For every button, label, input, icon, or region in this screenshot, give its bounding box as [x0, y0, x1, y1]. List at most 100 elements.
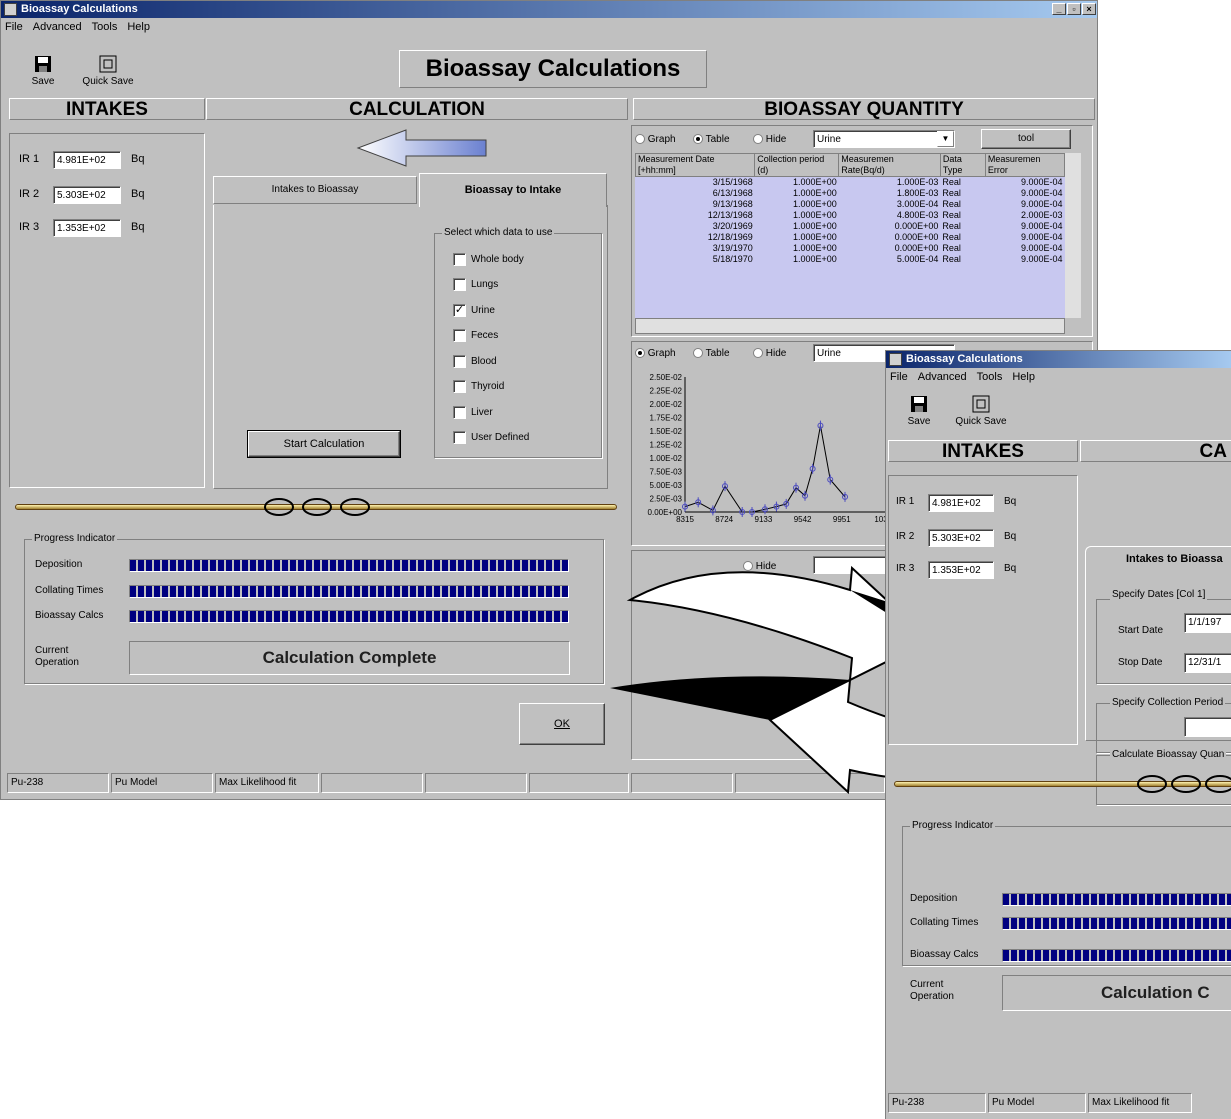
panel2-radio-graph[interactable]: Graph	[635, 348, 676, 359]
intake-field-1[interactable]: 4.981E+02	[53, 151, 121, 169]
second-intake-field-3[interactable]: 1.353E+02	[928, 561, 994, 579]
checkbox-7[interactable]	[453, 431, 466, 444]
checkbox-3[interactable]	[453, 329, 466, 342]
start-date-label: Start Date	[1118, 625, 1164, 636]
panel2-radio-table[interactable]: Table	[693, 348, 730, 359]
second-intake-label-1: IR 1	[896, 496, 915, 507]
table-cell: 3/19/1970	[712, 243, 753, 253]
app-heading-box: Bioassay Calculations	[399, 50, 707, 88]
y-tick-label: 2.50E-02	[650, 373, 683, 382]
close-button[interactable]: ×	[1082, 3, 1096, 15]
checkbox-4[interactable]	[453, 355, 466, 368]
chart-fit-line	[684, 425, 846, 513]
panel1-radio-table[interactable]: Table	[693, 134, 730, 145]
splitter-handle-icon[interactable]	[263, 497, 371, 517]
second-menu-help[interactable]: Help	[1012, 369, 1035, 385]
checkbox-1[interactable]	[453, 278, 466, 291]
table-header-cell[interactable]: Measurement Date [+hh:mm]	[635, 153, 756, 177]
second-splitter-handle-icon[interactable]	[1136, 774, 1231, 794]
collection-period-field[interactable]	[1184, 717, 1231, 737]
table-cell: 0.000E+00	[894, 243, 939, 253]
intake-label-1: IR 1	[19, 153, 40, 165]
table-header-cell[interactable]: Collection period (d)	[754, 153, 840, 177]
panel1-radio-graph[interactable]: Graph	[635, 134, 676, 145]
ok-button[interactable]: OK	[519, 703, 605, 745]
menu-advanced[interactable]: Advanced	[33, 19, 82, 35]
second-menu-tools[interactable]: Tools	[977, 369, 1003, 385]
y-tick-label: 2.50E-03	[650, 495, 683, 504]
menu-file[interactable]: File	[5, 19, 23, 35]
intake-unit-3: Bq	[131, 221, 145, 233]
checkbox-5[interactable]	[453, 380, 466, 393]
checkbox-6[interactable]	[453, 406, 466, 419]
table-row[interactable]: 9/13/1968 1.000E+00 3.000E-04 Real 9.000E-04	[636, 199, 1065, 210]
maximize-button[interactable]: ▫	[1067, 3, 1081, 15]
intake-field-3[interactable]: 1.353E+02	[53, 219, 121, 237]
intake-unit-1: Bq	[131, 153, 145, 165]
start-date-field[interactable]: 1/1/197	[1184, 613, 1231, 633]
tab-bioassay-to-intake[interactable]: Bioassay to Intake	[419, 173, 607, 207]
table-cell: 0.000E+00	[894, 221, 939, 231]
second-tab-intakes-to-bioassay[interactable]: Intakes to Bioassa	[1126, 553, 1223, 565]
panel1-dropdown-arrow-icon[interactable]: ▼	[937, 131, 954, 147]
table-cell: 5.000E-04	[896, 254, 939, 264]
calculation-header: CALCULATION	[206, 98, 628, 120]
table-cell: 4.800E-03	[896, 210, 939, 220]
panel1-radio-hide[interactable]: Hide	[753, 134, 786, 145]
start-calculation-button[interactable]: Start Calculation	[247, 430, 401, 458]
minimize-button[interactable]: _	[1052, 3, 1066, 15]
table-cell: 9.000E-04	[1020, 188, 1063, 198]
stop-date-label: Stop Date	[1118, 657, 1163, 668]
panel1-tool-button[interactable]: tool	[981, 129, 1071, 149]
progress-label-collating: Collating Times	[35, 585, 104, 596]
second-menu-file[interactable]: File	[890, 369, 908, 385]
table-row[interactable]: 12/13/1968 1.000E+00 4.800E-03 Real 2.000E-0…	[636, 210, 1065, 221]
table-row[interactable]: 3/15/1968 1.000E+00 1.000E-03 Real 9.000E-04	[636, 177, 1065, 189]
table-cell: 3/15/1968	[712, 177, 753, 187]
table-row[interactable]: 3/19/1970 1.000E+00 0.000E+00 Real 9.000E-04	[636, 243, 1065, 254]
status-empty-4	[321, 773, 423, 793]
table-row[interactable]: 12/18/1969 1.000E+00 0.000E+00 Real 9.000E-0…	[636, 232, 1065, 243]
table-row[interactable]: 6/13/1968 1.000E+00 1.800E-03 Real 9.000E-04	[636, 188, 1065, 199]
stop-date-field[interactable]: 12/31/1	[1184, 653, 1231, 673]
menu-tools[interactable]: Tools	[92, 19, 118, 35]
table-cell: 1.000E+00	[792, 254, 837, 264]
second-intake-field-1[interactable]: 4.981E+02	[928, 494, 994, 512]
table-vscroll[interactable]	[1065, 153, 1081, 318]
table-header-cell[interactable]: Measuremen Rate(Bq/d)	[838, 153, 941, 177]
table-cell: 5/18/1970	[712, 254, 753, 264]
second-titlebar[interactable]: Bioassay Calculations	[886, 351, 1231, 368]
panel2-radio-hide[interactable]: Hide	[753, 348, 786, 359]
main-titlebar[interactable]: Bioassay Calculations _ ▫ ×	[1, 1, 1097, 18]
intake-field-2[interactable]: 5.303E+02	[53, 186, 121, 204]
checkbox-label-2: Urine	[471, 305, 495, 316]
second-quick-save-button[interactable]: Quick Save	[948, 395, 1014, 427]
quick-save-button[interactable]: Quick Save	[73, 55, 143, 95]
checkbox-label-4: Blood	[471, 356, 497, 367]
table-cell: 9.000E-04	[1020, 221, 1063, 231]
checkbox-0[interactable]	[453, 253, 466, 266]
second-menu-advanced[interactable]: Advanced	[918, 369, 967, 385]
checkbox-2[interactable]: ✓	[453, 304, 466, 317]
table-hscroll[interactable]	[635, 318, 1065, 334]
panel1-source-select[interactable]: Urine	[813, 130, 955, 148]
table-row[interactable]: 5/18/1970 1.000E+00 5.000E-04 Real 9.000E-04	[636, 254, 1065, 265]
table-header-cell[interactable]: Data Type	[939, 153, 986, 177]
second-intake-label-2: IR 2	[896, 531, 915, 542]
intake-unit-2: Bq	[131, 188, 145, 200]
y-tick-label: 1.75E-02	[650, 414, 683, 423]
second-intake-field-2[interactable]: 5.303E+02	[928, 529, 994, 547]
second-status-model: Pu Model	[988, 1093, 1086, 1113]
status-element: Pu-238	[7, 773, 109, 793]
data-table[interactable]: Measurement Date [+hh:mm] Collection peri…	[635, 153, 1065, 318]
second-save-button[interactable]: Save	[902, 395, 936, 427]
second-floppy-disk-icon	[911, 396, 927, 412]
table-header-cell[interactable]: Measuremen Error	[984, 153, 1065, 177]
checkbox-label-7: User Defined	[471, 432, 530, 443]
tab-intakes-to-bioassay[interactable]: Intakes to Bioassay	[213, 176, 417, 204]
table-cell: 9/13/1968	[712, 199, 753, 209]
save-button[interactable]: Save	[23, 55, 63, 95]
table-row[interactable]: 3/20/1969 1.000E+00 0.000E+00 Real 9.000E-04	[636, 221, 1065, 232]
menu-help[interactable]: Help	[127, 19, 150, 35]
table-cell: 1.000E+00	[792, 232, 837, 242]
